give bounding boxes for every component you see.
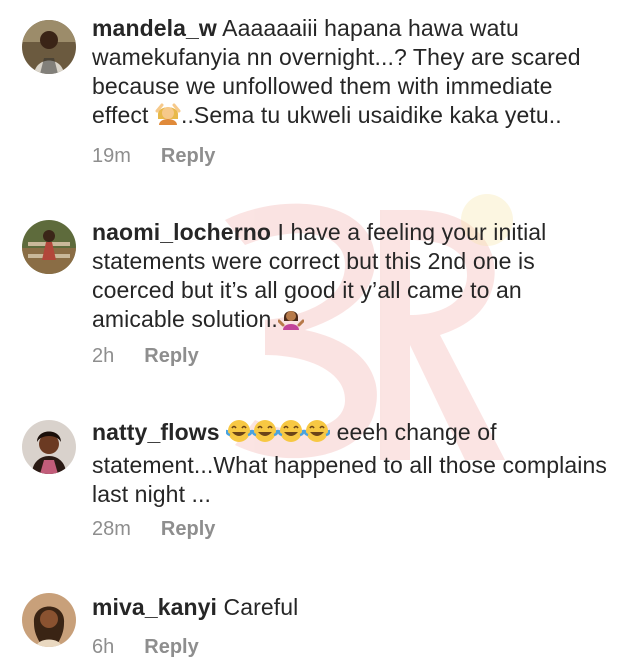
comment-text-tail: ..Sema tu ukweli usaidike kaka yetu.. <box>180 102 562 128</box>
comment-username[interactable]: mandela_w <box>92 15 217 41</box>
comment-time: 2h <box>92 345 115 367</box>
reply-button[interactable]: Reply <box>161 145 215 168</box>
comment-username[interactable]: natty_flows <box>92 419 220 445</box>
woman-shrugging-icon <box>277 305 305 338</box>
avatar[interactable] <box>22 593 76 647</box>
comment-time: 6h <box>92 636 115 657</box>
avatar[interactable] <box>22 220 76 274</box>
comment-body: naomi_locherno I have a feeling your ini… <box>92 218 607 338</box>
face-with-tears-of-joy-icon <box>225 418 253 451</box>
face-with-tears-of-joy-icon <box>303 418 331 451</box>
comment-meta: 19m Reply <box>92 145 215 168</box>
reply-button[interactable]: Reply <box>144 345 198 368</box>
comment-username[interactable]: naomi_locherno <box>92 219 271 245</box>
comment-body: natty_flows eeeh change of statement...W… <box>92 418 607 509</box>
avatar[interactable] <box>22 20 76 74</box>
comment-body: mandela_w Aaaaaaiii hapana hawa watu wam… <box>92 14 607 134</box>
comment-meta: 2h Reply <box>92 345 199 368</box>
avatar[interactable] <box>22 420 76 474</box>
face-with-tears-of-joy-icon <box>277 418 305 451</box>
comment-meta: 28m Reply <box>92 518 215 541</box>
comment-username[interactable]: miva_kanyi <box>92 594 217 620</box>
comment-text: Careful <box>223 594 299 620</box>
reply-button[interactable]: Reply <box>144 636 198 657</box>
woman-gesturing-ok-icon <box>155 101 181 134</box>
comment-time: 19m <box>92 145 131 167</box>
comment-body: miva_kanyi Careful <box>92 593 607 622</box>
reply-button[interactable]: Reply <box>161 518 215 541</box>
comment-meta: 6h Reply <box>92 636 199 657</box>
comment-time: 28m <box>92 518 131 540</box>
face-with-tears-of-joy-icon <box>251 418 279 451</box>
